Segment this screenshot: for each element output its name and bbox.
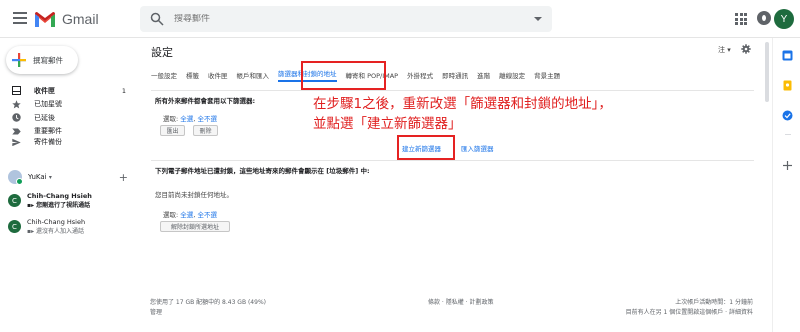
divider	[151, 90, 754, 91]
delete-button[interactable]: 刪除	[193, 125, 218, 136]
keep-icon[interactable]	[782, 80, 793, 91]
tab-addons[interactable]: 外掛程式	[407, 70, 433, 80]
annotation-line-2: 並點選「建立新篩選器」	[313, 116, 462, 132]
hangouts-user[interactable]: YuKai ▾ +	[0, 168, 140, 186]
notifications-icon[interactable]	[757, 11, 771, 25]
hangouts-user-name: YuKai ▾	[28, 173, 52, 181]
annotation-line-1: 在步驟1之後，重新改選「篩選器和封鎖的地址」，	[313, 96, 612, 112]
program-policy-link[interactable]: 計劃政策	[470, 299, 494, 306]
sidebar-item-inbox[interactable]: 收件匣 1	[0, 84, 140, 98]
sidebar-nav: 收件匣 1 已加星號 已延後 重要郵件 寄件備份	[0, 84, 140, 146]
select-all-link[interactable]: 全選	[180, 115, 193, 123]
new-conversation-button[interactable]: +	[119, 171, 128, 184]
sidebar-item-label: 已延後	[34, 113, 55, 122]
sidebar-item-starred[interactable]: 已加星號	[0, 98, 140, 112]
select-all-link[interactable]: 全選	[180, 211, 193, 219]
filters-select-row: 選取: 全選, 全不選	[163, 115, 217, 123]
send-icon	[12, 138, 21, 146]
footer-links: 條款 · 隱私權 · 計劃政策	[428, 299, 494, 306]
export-button[interactable]: 匯出	[160, 125, 185, 136]
divider	[785, 134, 791, 135]
account-avatar[interactable]: Y	[774, 9, 794, 29]
storage-info: 您使用了 17 GB 配額中的 8.43 GB (49%) 管理	[150, 298, 266, 318]
contact-status: ▪▸ 您剛進行了視訊通話	[27, 202, 91, 209]
compose-button[interactable]: 撰寫郵件	[6, 46, 78, 74]
gmail-m-icon	[35, 11, 55, 27]
manage-storage-link[interactable]: 管理	[150, 309, 162, 316]
search-input[interactable]	[174, 14, 534, 24]
search-options-icon[interactable]	[534, 17, 542, 21]
calendar-icon[interactable]	[782, 50, 793, 61]
tab-inbox[interactable]: 收件匣	[208, 70, 228, 80]
contact-status: ▪▸ 還沒有人加入通話	[27, 228, 85, 235]
tab-labels[interactable]: 標籤	[186, 70, 199, 80]
important-icon	[12, 128, 21, 135]
video-icon: ▪▸	[27, 228, 35, 235]
hangouts-panel: YuKai ▾ + C Chih-Chang Hsieh ▪▸ 您剛進行了視訊通…	[0, 168, 140, 242]
search-icon[interactable]	[150, 12, 164, 26]
filters-section-title: 所有外來郵件都會套用以下篩選器:	[155, 97, 256, 105]
contact-item[interactable]: C Chih-Chang Hsieh ▪▸ 還沒有人加入通話	[0, 218, 140, 242]
tab-highlight-box	[301, 61, 386, 90]
blocked-section-title: 下列電子郵件地址已遭封鎖，這些地址寄來的郵件會顯示在 [垃圾郵件] 中:	[155, 167, 370, 175]
select-none-link[interactable]: 全不選	[197, 115, 217, 123]
gear-icon[interactable]	[741, 44, 751, 54]
create-filter-link[interactable]: 建立新篩選器	[402, 143, 441, 153]
tab-themes[interactable]: 背景主題	[534, 70, 560, 80]
search-bar[interactable]	[140, 6, 552, 32]
contact-item[interactable]: C Chih-Chang Hsieh ▪▸ 您剛進行了視訊通話	[0, 192, 140, 216]
sidebar-item-label: 重要郵件	[34, 127, 62, 136]
blocked-select-row: 選取: 全選, 全不選	[163, 211, 217, 219]
gmail-logo[interactable]: Gmail	[34, 9, 99, 29]
sidebar-item-snoozed[interactable]: 已延後	[0, 111, 140, 125]
sidebar-item-sent[interactable]: 寄件備份	[0, 138, 140, 146]
sidebar-item-label: 寄件備份	[34, 138, 62, 146]
tab-general[interactable]: 一般設定	[151, 70, 177, 80]
divider	[151, 160, 754, 161]
tab-chat[interactable]: 即時通訊	[442, 70, 468, 80]
contact-avatar: C	[8, 194, 21, 207]
video-icon: ▪▸	[27, 202, 35, 209]
plus-icon	[12, 53, 26, 67]
top-bar: Gmail Y	[0, 0, 800, 38]
tab-advanced[interactable]: 進階	[477, 70, 490, 80]
blocked-empty-text: 您目前尚未封鎖任何地址。	[155, 191, 233, 199]
select-none-link[interactable]: 全不選	[197, 211, 217, 219]
star-icon	[12, 100, 21, 109]
contact-avatar: C	[8, 220, 21, 233]
main-menu-button[interactable]	[10, 9, 30, 29]
clock-icon	[12, 113, 21, 122]
app-name: Gmail	[62, 11, 99, 27]
user-avatar	[8, 170, 23, 185]
unblock-button[interactable]: 解除封鎖所選地址	[160, 221, 230, 232]
tab-accounts[interactable]: 帳戶和匯入	[237, 70, 270, 80]
privacy-link[interactable]: 隱私權	[446, 299, 464, 306]
inbox-count: 1	[121, 86, 126, 95]
apps-grid-icon[interactable]	[735, 13, 747, 25]
import-filter-link[interactable]: 匯入篩選器	[461, 143, 494, 153]
input-tools-button[interactable]: 注 ▾	[718, 45, 731, 55]
terms-link[interactable]: 條款	[428, 299, 440, 306]
page-title: 設定	[151, 46, 173, 59]
contact-name: Chih-Chang Hsieh	[27, 218, 86, 226]
add-addon-icon[interactable]	[782, 160, 793, 171]
side-panel	[772, 38, 800, 332]
scrollbar[interactable]	[765, 42, 769, 102]
sidebar-item-label: 已加星號	[34, 100, 62, 109]
tasks-icon[interactable]	[782, 110, 793, 121]
sidebar-item-important[interactable]: 重要郵件	[0, 125, 140, 139]
sidebar-item-label: 收件匣	[34, 86, 55, 95]
tab-offline[interactable]: 離線設定	[499, 70, 525, 80]
instruction-annotation: 在步驟1之後，重新改選「篩選器和封鎖的地址」， 並點選「建立新篩選器」	[313, 94, 612, 134]
activity-details-link[interactable]: 目前有人在另 1 個位置開啟這個帳戶 · 詳細資料	[626, 309, 753, 316]
compose-label: 撰寫郵件	[33, 55, 63, 65]
last-activity: 上次帳戶活動時間：1 分鐘前	[675, 299, 753, 306]
contact-name: Chih-Chang Hsieh	[27, 192, 92, 200]
inbox-icon	[12, 86, 21, 96]
account-activity: 上次帳戶活動時間：1 分鐘前 目前有人在另 1 個位置開啟這個帳戶 · 詳細資料	[595, 298, 753, 318]
storage-usage: 您使用了 17 GB 配額中的 8.43 GB (49%)	[150, 299, 266, 306]
